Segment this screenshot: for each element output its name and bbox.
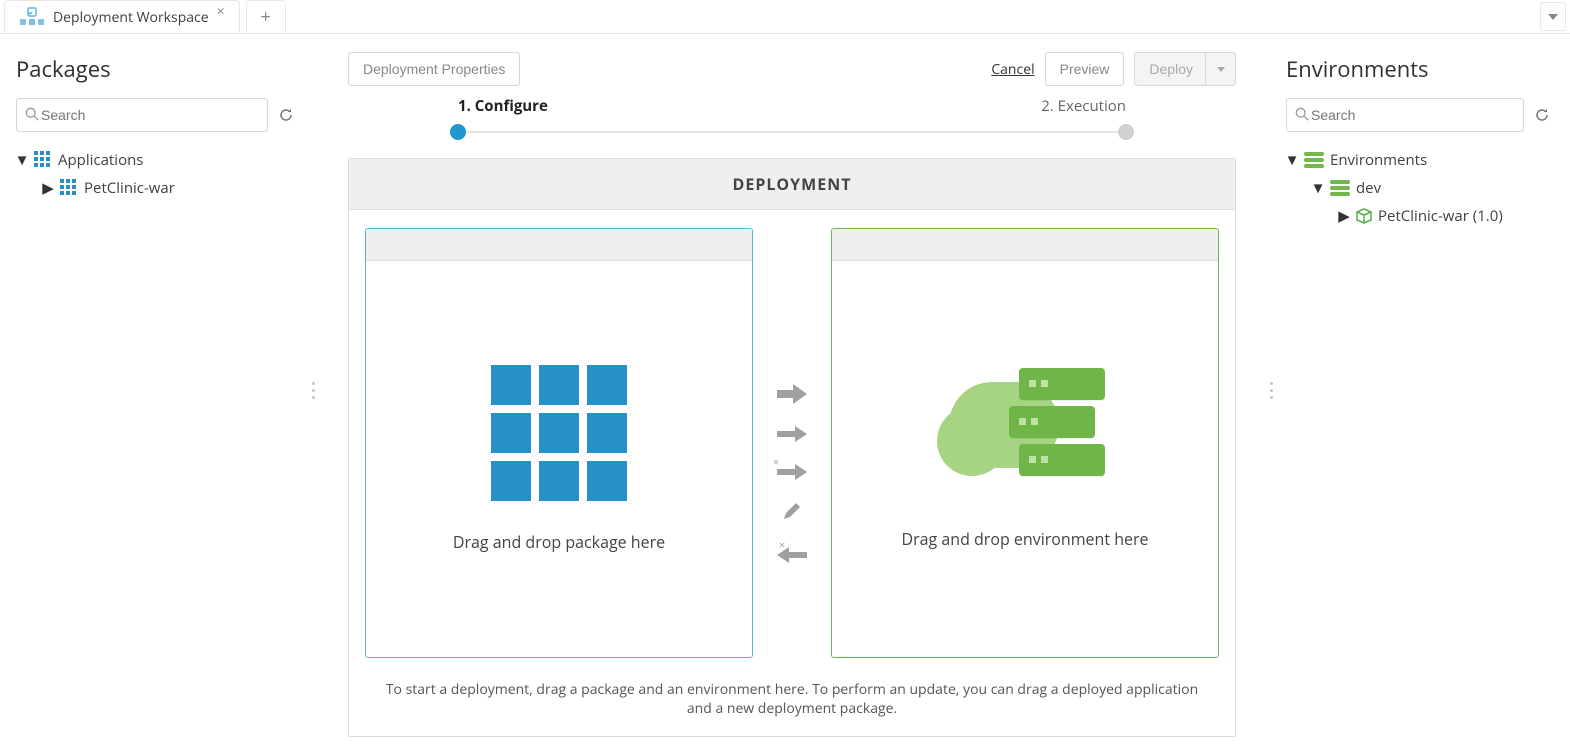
tab-bar: Deployment Workspace × + — [0, 0, 1570, 34]
tree-item-petclinic[interactable]: ▶ PetClinic-war — [42, 174, 298, 202]
tree-item-applications[interactable]: ▼ Applications — [16, 146, 298, 174]
dropzone-header — [366, 229, 752, 261]
app-body: Packages ▼ Applications ▶ — [0, 34, 1570, 747]
deploy-button[interactable]: Deploy — [1134, 52, 1236, 86]
environment-dropzone[interactable]: Drag and drop environment here — [831, 228, 1219, 658]
workspace-icon — [19, 7, 45, 27]
tab-deployment-workspace[interactable]: Deployment Workspace × — [4, 0, 240, 33]
package-placeholder-icon — [491, 365, 627, 501]
cancel-link[interactable]: Cancel — [991, 60, 1034, 79]
map-arrow-icon[interactable] — [777, 383, 807, 405]
environments-icon — [1304, 152, 1324, 168]
tabbar-overflow-button[interactable] — [1540, 2, 1566, 31]
tree-item-environments[interactable]: ▼ Environments — [1286, 146, 1554, 174]
map-arrow-remove-icon[interactable]: × — [777, 463, 807, 481]
caret-down-icon: ▼ — [1286, 150, 1298, 170]
deploy-button-label: Deploy — [1149, 61, 1193, 77]
caret-down-icon: ▼ — [1312, 178, 1324, 198]
center-panel: Deployment Properties Cancel Preview Dep… — [316, 34, 1268, 747]
close-icon[interactable]: × — [217, 2, 225, 21]
environment-dropzone-label: Drag and drop environment here — [901, 528, 1148, 550]
package-dropzone[interactable]: Drag and drop package here — [365, 228, 753, 658]
tree-label: Environments — [1330, 150, 1427, 170]
packages-title: Packages — [16, 54, 298, 84]
tree-label: PetClinic-war (1.0) — [1378, 206, 1503, 226]
deployment-panel: DEPLOYMENT Drag and drop package here — [348, 158, 1236, 737]
deploy-dropdown-toggle[interactable] — [1205, 53, 1235, 85]
tree-item-dev[interactable]: ▼ dev — [1312, 174, 1554, 202]
applications-icon — [34, 151, 52, 169]
environments-title: Environments — [1286, 54, 1554, 84]
step-dot-1 — [450, 124, 466, 140]
deployment-toolbar: Deployment Properties Cancel Preview Dep… — [348, 52, 1236, 86]
environments-search[interactable] — [1286, 98, 1524, 132]
caret-down-icon: ▼ — [16, 150, 28, 170]
package-icon — [1356, 208, 1372, 224]
applications-icon — [60, 179, 78, 197]
step-dot-2 — [1118, 124, 1134, 140]
environment-placeholder-icon — [945, 368, 1105, 498]
package-dropzone-label: Drag and drop package here — [453, 531, 665, 553]
dropzone-header — [832, 229, 1218, 261]
step-execution[interactable]: 2. Execution — [1041, 96, 1126, 116]
environments-panel: Environments ▼ Environments ▼ — [1274, 34, 1570, 747]
environments-refresh-button[interactable] — [1530, 103, 1554, 127]
tree-label: PetClinic-war — [84, 178, 175, 198]
mapping-actions: × × — [767, 228, 817, 658]
search-icon — [25, 104, 39, 126]
deployment-help-text: To start a deployment, drag a package an… — [349, 666, 1235, 736]
packages-panel: Packages ▼ Applications ▶ — [0, 34, 310, 747]
unmap-arrow-icon[interactable]: × — [777, 546, 807, 564]
new-tab-button[interactable]: + — [246, 0, 286, 33]
map-arrow-thin-icon[interactable] — [777, 425, 807, 443]
environments-tree: ▼ Environments ▼ dev ▶ PetClinic-wa — [1286, 146, 1554, 230]
caret-right-icon: ▶ — [1338, 206, 1350, 226]
stepper: 1. Configure 2. Execution — [348, 96, 1236, 142]
preview-button[interactable]: Preview — [1045, 52, 1125, 86]
step-configure[interactable]: 1. Configure — [458, 96, 548, 116]
packages-refresh-button[interactable] — [274, 103, 298, 127]
environments-search-input[interactable] — [1309, 106, 1515, 124]
packages-search[interactable] — [16, 98, 268, 132]
environment-icon — [1330, 180, 1350, 196]
packages-tree: ▼ Applications ▶ PetClinic-war — [16, 146, 298, 202]
tab-label: Deployment Workspace — [53, 8, 209, 27]
tree-item-deployed-app[interactable]: ▶ PetClinic-war (1.0) — [1338, 202, 1554, 230]
caret-right-icon: ▶ — [42, 178, 54, 198]
tree-label: dev — [1356, 178, 1381, 198]
edit-icon[interactable] — [782, 501, 802, 526]
search-icon — [1295, 104, 1309, 126]
deployment-properties-button[interactable]: Deployment Properties — [348, 52, 520, 86]
tree-label: Applications — [58, 150, 143, 170]
deployment-panel-header: DEPLOYMENT — [349, 159, 1235, 210]
packages-search-input[interactable] — [39, 106, 259, 124]
